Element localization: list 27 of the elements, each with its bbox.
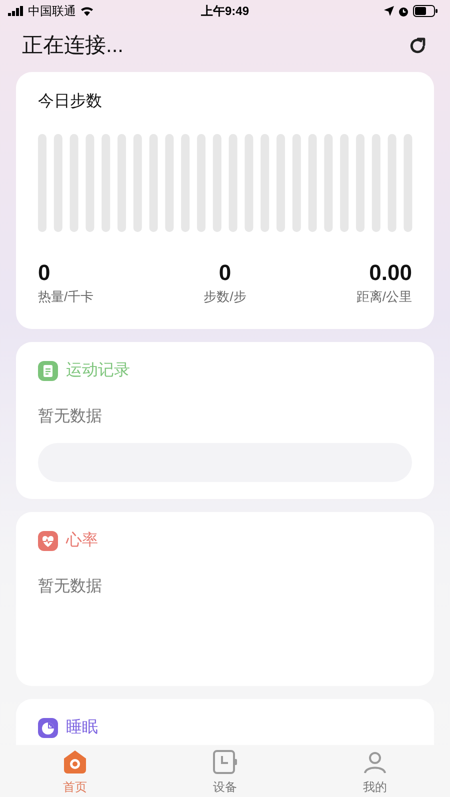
stat-value: 0	[38, 260, 50, 286]
stat-value: 0.00	[369, 260, 412, 286]
refresh-icon[interactable]	[408, 36, 428, 56]
empty-text: 暂无数据	[38, 576, 102, 597]
section-title: 心率	[66, 530, 98, 551]
alarm-icon	[398, 6, 409, 16]
location-arrow-icon	[384, 6, 394, 16]
tab-button[interactable]: 我的	[300, 745, 450, 797]
section-title: 睡眠	[66, 718, 98, 738]
card-title: 今日步数	[38, 92, 102, 112]
stat-value: 0	[218, 260, 232, 286]
home-icon	[62, 749, 88, 775]
stat-label: 步数/步	[204, 288, 246, 306]
carrier-name: 中国联通	[28, 3, 76, 20]
page-title: 正在连接...	[22, 33, 124, 60]
status-time: 上午9:49	[200, 4, 250, 18]
empty-text: 暂无数据	[38, 406, 102, 427]
tab-button[interactable]: 设备	[150, 745, 300, 797]
wifi-icon	[80, 6, 94, 16]
signal-icon	[8, 6, 24, 16]
stat-label: 距离/公里	[356, 288, 412, 306]
stat-label: 热量/千卡	[38, 288, 94, 306]
battery-icon	[413, 5, 438, 17]
section-title: 运动记录	[66, 361, 130, 381]
person-icon	[362, 749, 388, 775]
tab-button[interactable]: 首页	[0, 745, 150, 797]
watch-icon	[212, 749, 238, 775]
